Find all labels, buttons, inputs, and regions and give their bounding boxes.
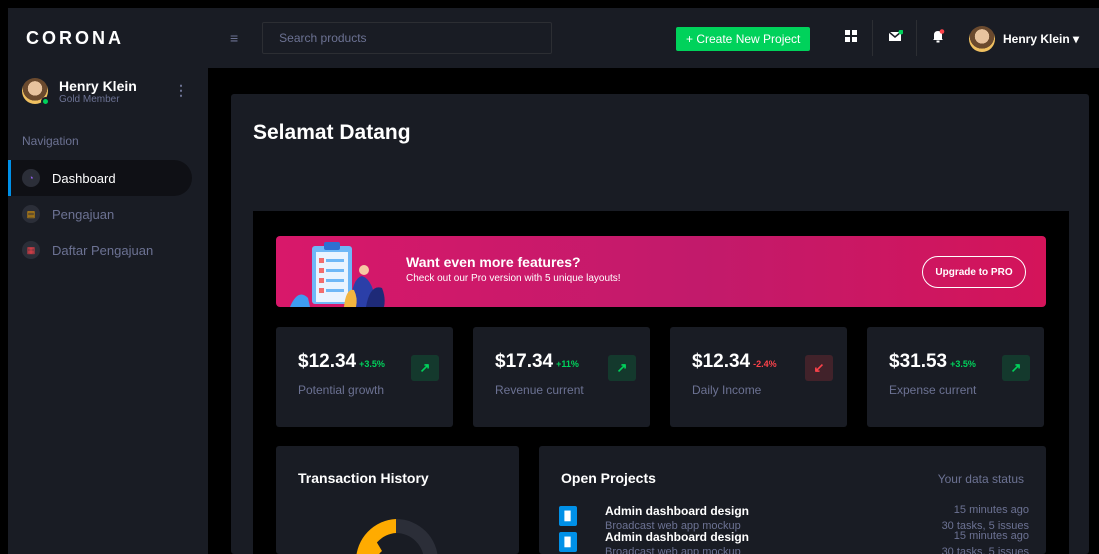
- speedometer-icon: ◔: [22, 169, 40, 187]
- transaction-history-card: Transaction History: [276, 446, 519, 554]
- dashboard-content: Want even more features? Check out our P…: [253, 211, 1069, 554]
- search-input[interactable]: Search products: [262, 22, 553, 54]
- divider: [916, 20, 917, 56]
- file-icon: ▉: [559, 532, 577, 552]
- nav-title: Navigation: [22, 134, 79, 148]
- stat-label: Expense current: [889, 383, 977, 397]
- profile-name: Henry Klein: [59, 77, 137, 94]
- stat-change: +3.5%: [950, 359, 976, 369]
- sidebar-item-label: Daftar Pengajuan: [52, 242, 154, 258]
- sidebar-item-dashboard[interactable]: ◔ Dashboard: [8, 160, 192, 196]
- promo-banner: Want even more features? Check out our P…: [276, 236, 1046, 307]
- sidebar-item-daftar-pengajuan[interactable]: ▦ Daftar Pengajuan: [8, 232, 192, 268]
- arrow-down-left-icon: ↙: [805, 355, 833, 381]
- stat-amount: $31.53: [889, 351, 948, 372]
- sidebar-item-pengajuan[interactable]: ▤ Pengajuan: [8, 196, 192, 232]
- stat-label: Revenue current: [495, 383, 584, 397]
- stat-value: $12.34 +3.5%: [298, 351, 385, 373]
- stat-card: $17.34 +11% Revenue current ↗: [473, 327, 650, 427]
- sidebar: CORONA Henry Klein Gold Member ⋮ Navigat…: [8, 8, 208, 554]
- upgrade-button[interactable]: Upgrade to PRO: [922, 256, 1026, 288]
- open-projects-card: Open Projects Your data status ▉ Admin d…: [539, 446, 1046, 554]
- grid-apps-icon[interactable]: [843, 28, 859, 44]
- project-title: Admin dashboard design: [605, 504, 750, 518]
- stat-card: $31.53 +3.5% Expense current ↗: [867, 327, 1044, 427]
- more-options-icon[interactable]: ⋮: [174, 82, 188, 99]
- sidebar-profile[interactable]: Henry Klein Gold Member ⋮: [8, 68, 208, 114]
- promo-title: Want even more features?: [406, 254, 581, 270]
- card-title: Transaction History: [298, 470, 429, 486]
- mail-icon[interactable]: [888, 28, 904, 44]
- main-panel: Selamat Datang Want even more features? …: [231, 94, 1089, 554]
- stat-amount: $12.34: [692, 351, 751, 372]
- card-title: Open Projects: [561, 470, 656, 486]
- arrow-up-right-icon: ↗: [411, 355, 439, 381]
- project-title: Admin dashboard design: [605, 530, 750, 544]
- create-project-button[interactable]: + Create New Project: [676, 27, 811, 51]
- stat-label: Daily Income: [692, 383, 762, 397]
- project-subtitle: Broadcast web app mockup: [605, 546, 741, 554]
- document-icon: ▤: [22, 205, 40, 223]
- stat-value: $12.34 -2.4%: [692, 351, 777, 373]
- sidebar-item-label: Dashboard: [52, 170, 116, 186]
- user-name: Henry Klein: [1003, 32, 1070, 46]
- clipboard-illustration-icon: [290, 242, 385, 307]
- stat-value: $31.53 +3.5%: [889, 351, 976, 373]
- project-time: 15 minutes ago: [953, 530, 1029, 542]
- top-navbar: ≡ Search products + Create New Project H…: [208, 8, 1099, 68]
- stat-amount: $12.34: [298, 351, 357, 372]
- divider: [872, 20, 873, 56]
- profile-role: Gold Member: [59, 93, 120, 105]
- user-menu[interactable]: Henry Klein ▾: [1003, 32, 1079, 46]
- arrow-up-right-icon: ↗: [1002, 355, 1030, 381]
- data-status: Your data status: [937, 472, 1024, 486]
- stat-change: -2.4%: [753, 359, 777, 369]
- transaction-donut-chart: [356, 519, 438, 554]
- chevron-down-icon: ▾: [1073, 32, 1080, 46]
- user-avatar[interactable]: [969, 26, 995, 52]
- stat-label: Potential growth: [298, 383, 385, 397]
- bell-icon[interactable]: [930, 28, 946, 44]
- page-title: Selamat Datang: [253, 121, 411, 144]
- stat-value: $17.34 +11%: [495, 351, 579, 373]
- sidebar-item-label: Pengajuan: [52, 206, 115, 222]
- list-item[interactable]: ▉ Admin dashboard design Broadcast web a…: [559, 530, 1029, 554]
- file-icon: ▉: [559, 506, 577, 526]
- brand-logo[interactable]: CORONA: [8, 8, 208, 68]
- stat-change: +3.5%: [359, 359, 385, 369]
- stat-change: +11%: [556, 359, 579, 369]
- online-status-dot: [41, 97, 50, 106]
- stat-card: $12.34 +3.5% Potential growth ↗: [276, 327, 453, 427]
- promo-subtitle: Check out our Pro version with 5 unique …: [406, 273, 621, 284]
- project-meta: 30 tasks, 5 issues: [941, 546, 1029, 554]
- stat-amount: $17.34: [495, 351, 554, 372]
- menu-toggle-icon[interactable]: ≡: [230, 30, 238, 46]
- avatar: [22, 78, 50, 106]
- stat-card: $12.34 -2.4% Daily Income ↙: [670, 327, 847, 427]
- grid-icon: ▦: [22, 241, 40, 259]
- project-time: 15 minutes ago: [953, 504, 1029, 516]
- arrow-up-right-icon: ↗: [608, 355, 636, 381]
